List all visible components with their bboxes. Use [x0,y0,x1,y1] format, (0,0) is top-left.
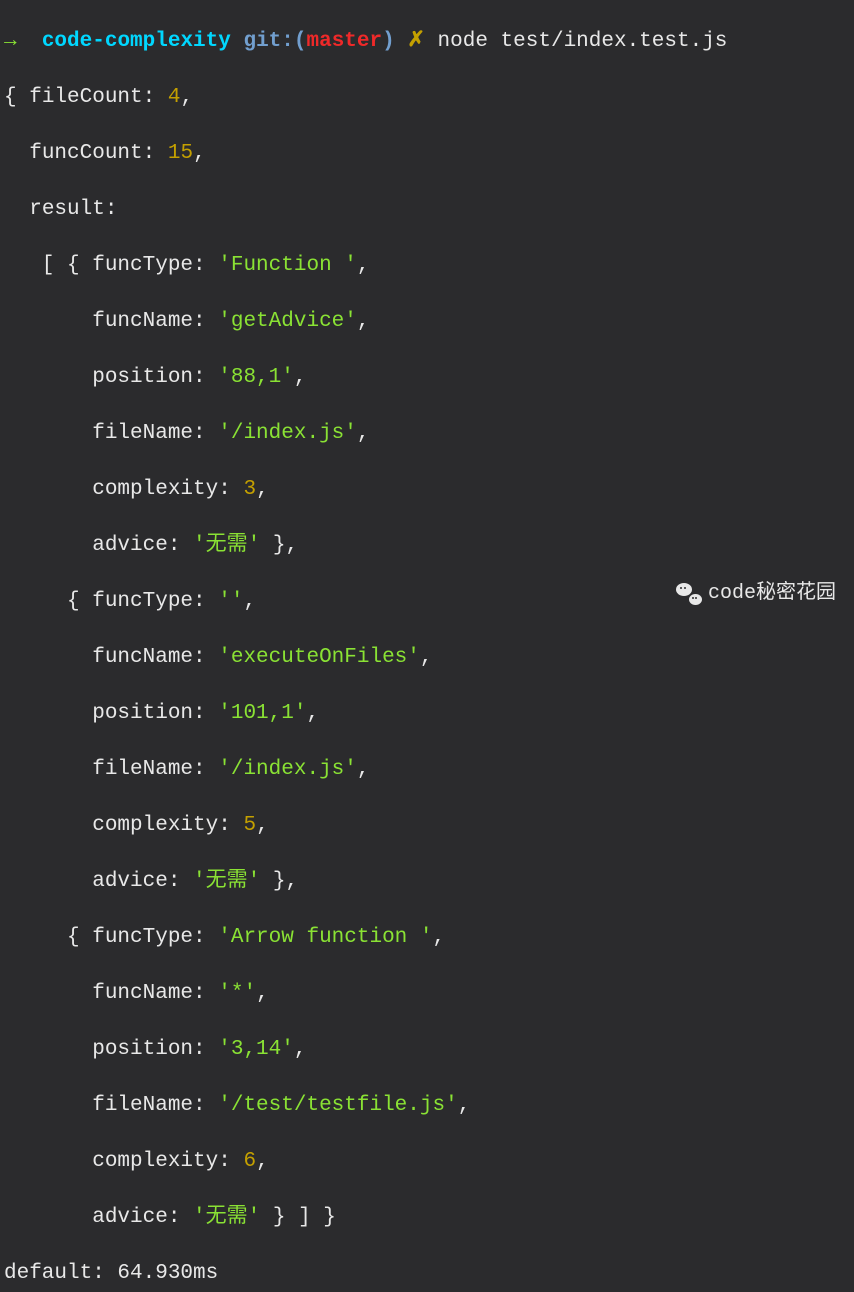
advice-value: '无需' [193,1206,260,1229]
funcname-key: funcName: [92,646,205,669]
funccount-value: 15 [168,142,193,165]
funcname-value: 'getAdvice' [218,310,357,333]
output-line: complexity: 5, [4,812,850,840]
filecount-key: fileCount: [29,86,155,109]
result-key: result: [29,198,117,221]
output-line: advice: '无需' } ] } [4,1204,850,1232]
complexity-key: complexity: [92,814,231,837]
complexity-key: complexity: [92,478,231,501]
functype-key: funcType: [92,926,205,949]
funccount-key: funcCount: [29,142,155,165]
output-line: advice: '无需' }, [4,868,850,896]
position-value: '3,14' [218,1038,294,1061]
output-line: position: '101,1', [4,700,850,728]
output-line: [ { funcType: 'Function ', [4,252,850,280]
advice-value: '无需' [193,534,260,557]
git-branch: master [306,30,382,53]
position-key: position: [92,366,205,389]
filecount-value: 4 [168,86,181,109]
complexity-value: 6 [243,1150,256,1173]
filename-key: fileName: [92,1094,205,1117]
complexity-value: 3 [243,478,256,501]
output-line: result: [4,196,850,224]
output-line: complexity: 3, [4,476,850,504]
output-line: { funcType: 'Arrow function ', [4,924,850,952]
filename-key: fileName: [92,758,205,781]
wechat-icon [676,583,702,605]
output-line: complexity: 6, [4,1148,850,1176]
advice-key: advice: [92,534,180,557]
watermark-text: code秘密花园 [708,580,836,608]
funcname-key: funcName: [92,310,205,333]
project-name: code-complexity [42,30,231,53]
funcname-value: 'executeOnFiles' [218,646,420,669]
position-value: '88,1' [218,366,294,389]
funcname-value: '*' [218,982,256,1005]
filename-key: fileName: [92,422,205,445]
complexity-value: 5 [243,814,256,837]
filename-value: '/index.js' [218,422,357,445]
complexity-key: complexity: [92,1150,231,1173]
git-dirty-icon: ✗ [407,30,425,53]
git-label: git:( [243,30,306,53]
advice-value: '无需' [193,870,260,893]
prompt-line[interactable]: → code-complexity git:(master) ✗ node te… [4,28,850,56]
timing-line: default: 64.930ms [4,1260,850,1288]
position-value: '101,1' [218,702,306,725]
functype-value: 'Function ' [218,254,357,277]
position-key: position: [92,702,205,725]
output-line: fileName: '/test/testfile.js', [4,1092,850,1120]
output-line: funcName: '*', [4,980,850,1008]
funcname-key: funcName: [92,982,205,1005]
functype-value: '' [218,590,243,613]
position-key: position: [92,1038,205,1061]
output-line: { fileCount: 4, [4,84,850,112]
output-line: funcCount: 15, [4,140,850,168]
filename-value: '/test/testfile.js' [218,1094,457,1117]
watermark: code秘密花园 [676,580,836,608]
output-line: position: '3,14', [4,1036,850,1064]
functype-key: funcType: [92,590,205,613]
terminal-output: → code-complexity git:(master) ✗ node te… [0,0,854,1292]
output-line: funcName: 'getAdvice', [4,308,850,336]
functype-key: funcType: [92,254,205,277]
prompt-arrow-icon: → [4,30,17,53]
output-line: advice: '无需' }, [4,532,850,560]
output-line: fileName: '/index.js', [4,420,850,448]
output-line: position: '88,1', [4,364,850,392]
output-line: funcName: 'executeOnFiles', [4,644,850,672]
command-text: node test/index.test.js [438,30,728,53]
functype-value: 'Arrow function ' [218,926,432,949]
advice-key: advice: [92,870,180,893]
filename-value: '/index.js' [218,758,357,781]
git-close: ) [382,30,395,53]
advice-key: advice: [92,1206,180,1229]
output-line: fileName: '/index.js', [4,756,850,784]
